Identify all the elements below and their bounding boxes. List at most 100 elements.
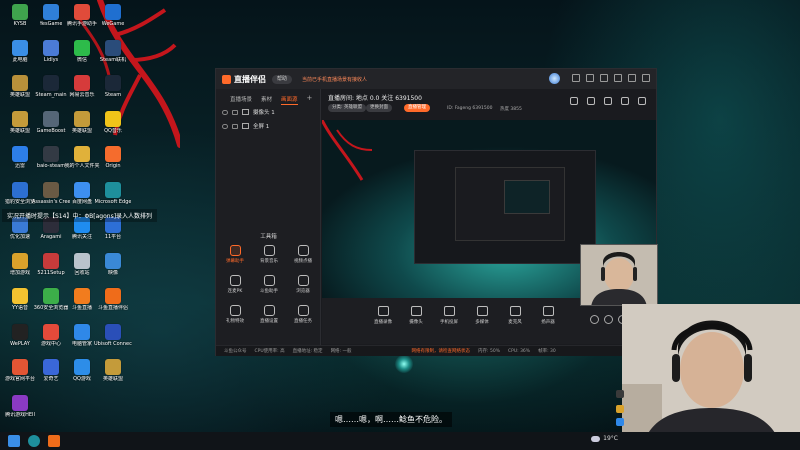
tool-button[interactable]: 礼物特效 bbox=[218, 305, 252, 329]
status-bar: 斗鱼公众号 CPU使用率: 高 直播地址: 稳定 网络: 一般 网络有限制，请检… bbox=[216, 345, 656, 356]
category-pill[interactable]: 分类: 英雄联盟 bbox=[328, 104, 366, 112]
desktop-icon-label: 回收站 bbox=[74, 269, 90, 276]
tool-button[interactable]: 直播设置 bbox=[252, 305, 286, 329]
notice-text[interactable]: 当前已手机直播场景有接收人 bbox=[302, 76, 367, 83]
tool-label: 礼物特效 bbox=[226, 319, 244, 324]
desktop-icon[interactable]: QQ音乐 bbox=[95, 109, 131, 143]
bottom-tool-button[interactable]: 摄像头 bbox=[401, 306, 431, 325]
start-icon[interactable] bbox=[8, 435, 20, 447]
app-icon bbox=[12, 181, 28, 198]
add-tab-icon[interactable]: + bbox=[307, 95, 313, 105]
bottom-tool-button[interactable]: 手机投屏 bbox=[434, 306, 464, 325]
status-cpu: CPU使用率: 高 bbox=[254, 349, 285, 354]
edge-icon[interactable] bbox=[28, 435, 40, 447]
desktop-icon[interactable]: Steam联机 bbox=[95, 38, 131, 72]
desktop-icon-label: 此电脑 bbox=[12, 56, 28, 63]
weather-widget[interactable]: 19°C bbox=[591, 435, 618, 442]
lock-icon[interactable] bbox=[232, 123, 238, 129]
tab-sources[interactable]: 画面源 bbox=[281, 95, 298, 105]
visibility-icon[interactable] bbox=[222, 123, 228, 129]
lock-room-icon[interactable] bbox=[587, 97, 595, 105]
lock-icon[interactable] bbox=[232, 109, 238, 115]
desktop-icon-label: Lidlys bbox=[43, 56, 59, 63]
menu-icon[interactable] bbox=[600, 74, 608, 82]
skin-icon[interactable] bbox=[572, 74, 580, 82]
desktop-icon[interactable]: WeGame bbox=[95, 2, 131, 36]
room-title: 直播房间: 地点 0.0 关注 6391500 bbox=[328, 95, 422, 102]
tab-materials[interactable]: 素材 bbox=[261, 95, 272, 105]
live-manage-pill[interactable]: 直播管理 bbox=[404, 104, 430, 112]
app-icon bbox=[43, 39, 59, 56]
tool-button[interactable]: 背景音乐 bbox=[252, 245, 286, 269]
desktop-icon[interactable]: 斗鱼直播伴侣 bbox=[95, 286, 131, 320]
minimize-icon[interactable] bbox=[614, 74, 622, 82]
desktop-icon-label: 增加游戏 bbox=[9, 269, 30, 276]
app-logo-icon bbox=[222, 74, 231, 84]
maximize-icon[interactable] bbox=[628, 74, 636, 82]
overlay-control[interactable] bbox=[616, 418, 624, 426]
app-icon bbox=[43, 4, 59, 20]
desktop-icon[interactable]: Steam bbox=[95, 73, 131, 107]
desktop-icon-label: 腾讯关注 bbox=[71, 234, 92, 240]
tool-button[interactable]: 连麦PK bbox=[218, 275, 252, 299]
mic-toggle-icon[interactable] bbox=[604, 315, 613, 324]
settings-icon[interactable] bbox=[586, 74, 594, 82]
app-icon bbox=[105, 181, 121, 198]
app-icon bbox=[74, 252, 90, 269]
source-name: 全屏 1 bbox=[253, 124, 270, 130]
tool-button[interactable]: 浏览器 bbox=[286, 275, 320, 299]
app-icon bbox=[12, 146, 28, 162]
desktop-icon[interactable]: 腾讯游戏HEII bbox=[2, 393, 38, 427]
app-icon bbox=[74, 4, 90, 20]
desktop-icon-label: WePLAY bbox=[10, 340, 30, 347]
source-item[interactable]: 摄像头 1 bbox=[216, 105, 320, 119]
bottom-tool-button[interactable]: 扬声器 bbox=[533, 306, 563, 325]
visibility-icon[interactable] bbox=[222, 109, 228, 115]
bottom-tool-button[interactable]: 多媒体 bbox=[467, 306, 497, 325]
status-network: 网络: 一般 bbox=[330, 349, 352, 354]
record-icon[interactable] bbox=[604, 97, 612, 105]
app-icon bbox=[43, 359, 59, 375]
bottom-tool-button[interactable]: 直播录像 bbox=[368, 306, 398, 325]
desktop-icon-label: Steam bbox=[104, 92, 122, 98]
app-icon bbox=[105, 4, 121, 20]
overlay-control[interactable] bbox=[616, 390, 624, 398]
source-tabs: 直播场景 素材 画面源 + bbox=[216, 89, 320, 105]
desktop-icon[interactable]: Origin bbox=[95, 144, 131, 178]
tool-button[interactable]: 视频点播 bbox=[286, 245, 320, 269]
tab-scenes[interactable]: 直播场景 bbox=[230, 95, 252, 105]
user-avatar[interactable] bbox=[549, 73, 560, 84]
source-name: 摄像头 1 bbox=[253, 110, 275, 116]
bottom-tool-label: 多媒体 bbox=[475, 320, 489, 325]
bottom-tool-button[interactable]: 麦克风 bbox=[500, 306, 530, 325]
layout-icon[interactable] bbox=[570, 97, 578, 105]
desktop-icon-label: 网易云音乐 bbox=[69, 92, 95, 98]
wallpaper-glow bbox=[395, 355, 413, 373]
overlay-control[interactable] bbox=[616, 405, 624, 413]
tool-button[interactable]: 斗鱼助手 bbox=[252, 275, 286, 299]
source-item[interactable]: 全屏 1 bbox=[216, 119, 320, 133]
webcam-large bbox=[622, 304, 800, 450]
camera-toggle-icon[interactable] bbox=[590, 315, 599, 324]
app-icon bbox=[74, 146, 90, 162]
status-warning[interactable]: 网络有限制，请检查网络状态 bbox=[412, 348, 471, 354]
desktop-icon[interactable]: Ubisoft Connect bbox=[94, 322, 132, 356]
bell-icon[interactable] bbox=[621, 97, 629, 105]
tool-button[interactable]: 直播任务 bbox=[286, 305, 320, 329]
tool-button[interactable]: 弹幕助手 bbox=[218, 245, 252, 269]
bottom-tool-icon bbox=[542, 306, 554, 316]
close-icon[interactable] bbox=[642, 74, 650, 82]
desktop-icon-label: 游戏官网平台 bbox=[4, 376, 35, 382]
desktop-icon[interactable]: 英雄联盟 bbox=[95, 357, 131, 391]
change-cover-pill[interactable]: 更换封面 bbox=[366, 104, 392, 112]
desktop-icon-label: WeGame bbox=[101, 21, 125, 27]
desktop-icon-label: 映像 bbox=[107, 269, 118, 276]
app-icon bbox=[12, 4, 28, 20]
douyu-taskbar-icon[interactable] bbox=[48, 435, 60, 447]
desktop-icon[interactable]: 映像 bbox=[95, 251, 131, 285]
desktop-icon-label: 英雄联盟 bbox=[102, 376, 123, 382]
share-icon[interactable] bbox=[638, 97, 646, 105]
help-badge[interactable]: 帮助 bbox=[272, 74, 293, 84]
app-icon bbox=[105, 359, 121, 375]
desktop-icon-label: Origin bbox=[105, 163, 121, 169]
